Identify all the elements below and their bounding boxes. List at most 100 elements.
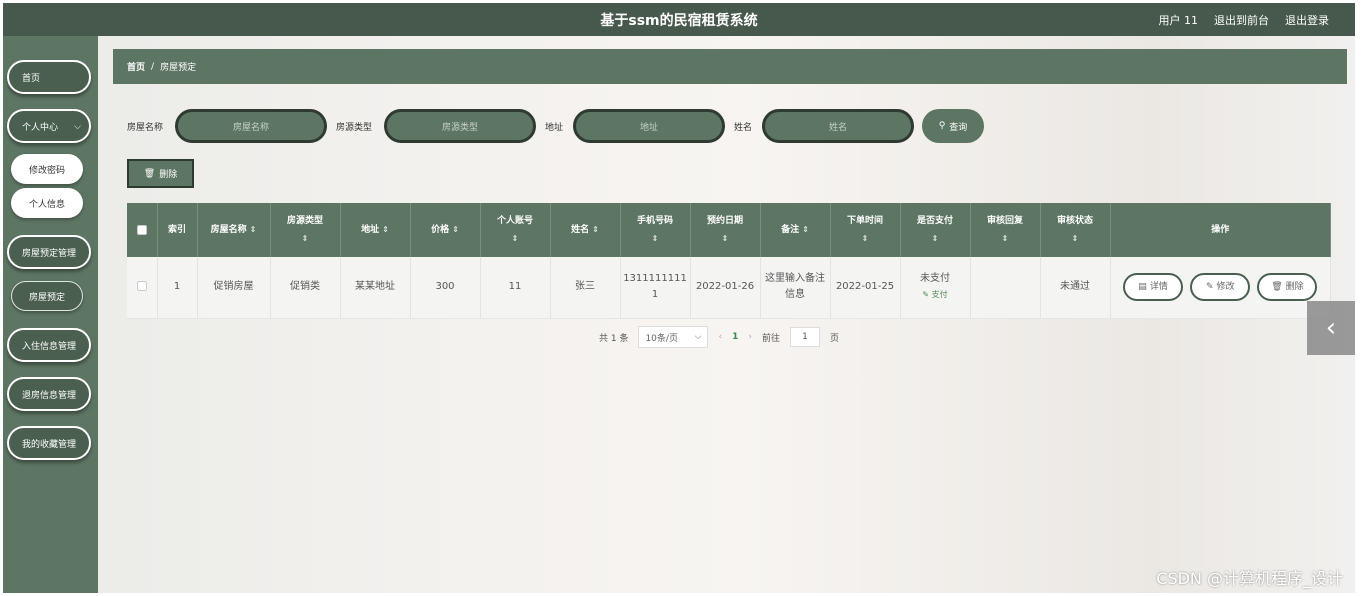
cell-order-time: 2022-01-25 — [830, 257, 901, 319]
sort-icon: ⇕ — [301, 234, 309, 243]
sidebar-item-checkout-management[interactable]: 退房信息管理 — [7, 377, 91, 411]
edit-button[interactable]: ✎ 修改 — [1190, 273, 1251, 302]
sort-icon: ⇕ — [511, 234, 519, 243]
sort-icon: ⇕ — [1001, 234, 1009, 243]
cell-review-status: 未通过 — [1040, 257, 1111, 319]
edit-button-label: 修改 — [1216, 282, 1235, 293]
cell-phone: 13111111111 — [620, 257, 691, 319]
trash-icon: 🗑 — [1271, 282, 1283, 293]
col-header-address[interactable]: 地址 ⇕ — [340, 203, 411, 257]
sidebar-item-label: 修改密码 — [28, 165, 65, 176]
header-actions: 用户 11 退出到前台 退出登录 — [1159, 12, 1330, 28]
sort-icon: ⇕ — [721, 234, 729, 243]
col-header-phone[interactable]: 手机号码 ⇕ — [620, 203, 691, 257]
cell-review-reply — [970, 257, 1041, 319]
detail-button[interactable]: ▤ 详情 — [1123, 273, 1184, 302]
sidebar-item-label: 我的收藏管理 — [22, 439, 77, 450]
sidebar-item-change-password[interactable]: 修改密码 — [11, 154, 83, 184]
logout-link[interactable]: 退出登录 — [1285, 12, 1329, 28]
sidebar-item-personal-info[interactable]: 个人信息 — [11, 188, 83, 218]
cell-address: 某某地址 — [340, 257, 411, 319]
page-number[interactable]: 1 — [732, 332, 738, 342]
sort-icon: ⇕ — [249, 225, 257, 234]
cell-price: 300 — [410, 257, 481, 319]
cell-paid: 未支付 ✎ 支付 — [900, 257, 971, 319]
sidebar-item-home[interactable]: 首页 — [7, 60, 91, 94]
sidebar-item-label: 房屋预定管理 — [22, 248, 77, 259]
batch-delete-button[interactable]: 🗑 删除 — [127, 159, 194, 188]
col-header-paid[interactable]: 是否支付 ⇕ — [900, 203, 971, 257]
breadcrumb-home[interactable]: 首页 — [127, 60, 145, 73]
col-header-remark[interactable]: 备注 ⇕ — [760, 203, 831, 257]
sidebar-item-label: 首页 — [22, 73, 41, 84]
col-header-house-name[interactable]: 房屋名称 ⇕ — [197, 203, 271, 257]
chevron-down-icon: ⌵ — [74, 122, 81, 132]
house-name-label: 房屋名称 — [127, 123, 164, 133]
breadcrumb-separator: / — [151, 61, 155, 72]
sort-icon: ⇕ — [382, 225, 389, 234]
trash-icon: 🗑 — [143, 168, 156, 179]
next-page-button[interactable]: › — [748, 332, 752, 342]
sidebar-item-checkin-management[interactable]: 入住信息管理 — [7, 328, 91, 362]
cell-type: 促销类 — [270, 257, 341, 319]
select-all-header — [127, 203, 158, 257]
current-user: 用户 11 — [1158, 14, 1199, 27]
prev-page-button[interactable]: ‹ — [718, 332, 722, 342]
sort-icon: ⇕ — [452, 225, 459, 234]
delete-button[interactable]: 🗑 删除 — [1257, 273, 1318, 302]
cell-name: 张三 — [550, 257, 621, 319]
watermark: CSDN @计算机程序_设计 — [1156, 569, 1343, 588]
col-header-type[interactable]: 房源类型 ⇕ — [270, 203, 341, 257]
sort-icon: ⇕ — [802, 225, 809, 234]
pay-link[interactable]: ✎ 支付 — [903, 287, 968, 303]
sidebar-item-booking-management[interactable]: 房屋预定管理 — [7, 235, 91, 269]
exit-to-front-link[interactable]: 退出到前台 — [1214, 12, 1269, 28]
type-input[interactable]: 房源类型 — [384, 109, 536, 143]
pencil-icon: ✎ — [922, 290, 930, 300]
address-label: 地址 — [545, 123, 564, 133]
delete-button-label: 删除 — [1285, 282, 1304, 293]
house-name-input[interactable]: 房屋名称 — [175, 109, 327, 143]
sidebar-item-favorites-management[interactable]: 我的收藏管理 — [7, 426, 91, 460]
sidebar-item-label: 房屋预定 — [28, 292, 65, 303]
chevron-down-icon: ⌵ — [694, 332, 702, 342]
sidebar-item-label: 个人中心 — [22, 122, 59, 133]
top-header: 基于ssm的民宿租赁系统 用户 11 退出到前台 退出登录 — [3, 3, 1355, 36]
app-title: 基于ssm的民宿租赁系统 — [600, 13, 758, 29]
sidebar-item-booking[interactable]: 房屋预定 — [11, 281, 83, 311]
sort-icon: ⇕ — [861, 234, 869, 243]
cell-remark: 这里输入备注信息 — [760, 257, 831, 319]
sidebar-item-personal-center[interactable]: 个人中心 ⌵ — [7, 109, 91, 143]
row-checkbox[interactable] — [136, 281, 147, 292]
cell-index: 1 — [157, 257, 198, 319]
cell-booking-date: 2022-01-26 — [690, 257, 761, 319]
sort-icon: ⇕ — [931, 234, 939, 243]
sidebar-item-label: 入住信息管理 — [22, 341, 77, 352]
query-button[interactable]: ⚲ 查询 — [922, 109, 984, 143]
select-all-checkbox[interactable] — [136, 224, 147, 235]
col-header-review-reply[interactable]: 审核回复 ⇕ — [970, 203, 1041, 257]
breadcrumb-current: 房屋预定 — [160, 63, 197, 73]
col-header-order-time[interactable]: 下单时间 ⇕ — [830, 203, 901, 257]
name-label: 姓名 — [734, 123, 753, 133]
pagination-total: 共 1 条 — [599, 333, 629, 344]
goto-page-input[interactable]: 1 — [789, 327, 820, 347]
col-header-actions: 操作 — [1110, 203, 1331, 257]
col-header-price[interactable]: 价格 ⇕ — [410, 203, 481, 257]
cell-actions: ▤ 详情 ✎ 修改 🗑 删除 — [1110, 257, 1331, 319]
breadcrumb: 首页 / 房屋预定 — [113, 49, 1347, 84]
sidebar-item-label: 退房信息管理 — [22, 390, 77, 401]
name-input[interactable]: 姓名 — [762, 109, 914, 143]
col-header-name[interactable]: 姓名 ⇕ — [550, 203, 621, 257]
col-header-booking-date[interactable]: 预约日期 ⇕ — [690, 203, 761, 257]
cell-house-name: 促销房屋 — [197, 257, 271, 319]
chevron-left-icon[interactable]: ‹ — [1307, 301, 1355, 355]
col-header-review-status[interactable]: 审核状态 ⇕ — [1040, 203, 1111, 257]
sidebar-item-label: 个人信息 — [28, 199, 65, 210]
document-icon: ▤ — [1138, 282, 1147, 293]
address-input[interactable]: 地址 — [573, 109, 725, 143]
page-size-select[interactable]: 10条/页 ⌵ — [638, 326, 709, 348]
detail-button-label: 详情 — [1149, 282, 1168, 293]
col-header-account[interactable]: 个人账号 ⇕ — [480, 203, 551, 257]
cell-account: 11 — [480, 257, 551, 319]
